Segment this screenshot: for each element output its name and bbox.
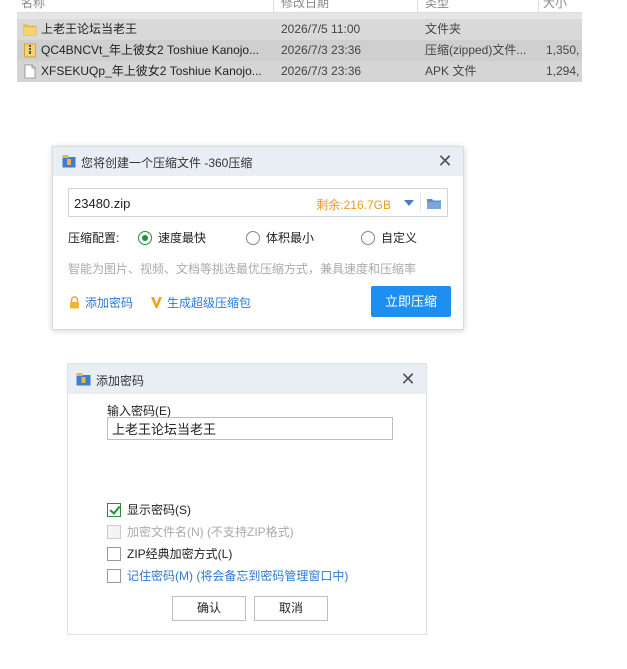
column-header-date[interactable]: 修改日期 (281, 0, 329, 11)
option-custom[interactable]: 自定义 (361, 229, 417, 246)
browse-folder-icon[interactable] (426, 195, 442, 211)
archive-filename[interactable]: 23480.zip (74, 196, 130, 211)
checkbox-label: ZIP经典加密方式(L) (127, 547, 233, 561)
archive-app-icon (76, 373, 91, 386)
window-edge (582, 0, 627, 669)
compress-now-button[interactable]: 立即压缩 (371, 286, 451, 317)
column-header-type[interactable]: 类型 (425, 0, 449, 11)
radio-indicator[interactable] (138, 230, 152, 245)
file-date: 2026/7/5 11:00 (281, 22, 361, 36)
radio-indicator[interactable] (246, 230, 260, 245)
option-fastest[interactable]: 速度最快 (138, 229, 206, 246)
compress-config-label: 压缩配置: (68, 231, 120, 245)
zip-file-icon (24, 43, 36, 58)
add-password-link[interactable]: 添加密码 (68, 294, 133, 311)
checkbox-label: 记住密码(M) (将会备忘到密码管理窗口中) (127, 569, 349, 583)
file-size: 1,350, (546, 43, 580, 57)
checkbox-box[interactable] (107, 568, 121, 583)
column-divider[interactable] (538, 0, 539, 12)
file-type: APK 文件 (425, 64, 477, 78)
file-name: XFSEKUQp_年上彼女2 Toshiue Kanojo... (41, 64, 262, 78)
column-divider[interactable] (417, 0, 418, 12)
add-password-dialog: 添加密码 ✕ 输入密码(E) 显示密码(S) 加密文件名(N) (不支持ZIP格… (67, 363, 427, 635)
divider (420, 193, 421, 212)
file-name: 上老王论坛当老王 (41, 22, 138, 36)
checkbox-label: 显示密码(S) (127, 503, 191, 517)
lock-icon (70, 296, 79, 309)
file-type: 压缩(zipped)文件... (425, 43, 527, 57)
dialog-title: 添加密码 (96, 374, 145, 388)
show-password-checkbox[interactable]: 显示密码(S) (107, 501, 191, 518)
checkbox-box[interactable] (107, 546, 121, 561)
close-icon[interactable]: ✕ (398, 369, 418, 389)
file-row[interactable]: 上老王论坛当老王 2026/7/5 11:00 文件夹 (17, 19, 582, 40)
file-name: QC4BNCVt_年上彼女2 Toshiue Kanojo... (41, 43, 260, 57)
remaining-space: 剩余:216.7GB (316, 198, 391, 212)
file-type: 文件夹 (425, 22, 462, 36)
folder-icon (23, 24, 37, 36)
archive-app-icon (62, 155, 76, 168)
option-label: 自定义 (381, 231, 418, 245)
password-input[interactable] (107, 417, 393, 440)
column-header-row: 名称 修改日期 类型 大小 (17, 0, 582, 13)
column-header-size[interactable]: 大小 (543, 0, 567, 11)
dialog-titlebar[interactable]: 添加密码 ✕ (68, 364, 426, 394)
file-size: 1,294, (546, 64, 580, 78)
dialog-title: 您将创建一个压缩文件 -360压缩 (81, 156, 253, 170)
ok-button[interactable]: 确认 (172, 596, 246, 621)
remember-password-checkbox[interactable]: 记住密码(M) (将会备忘到密码管理窗口中) (107, 567, 348, 584)
file-row[interactable]: XFSEKUQp_年上彼女2 Toshiue Kanojo... 2026/7/… (17, 61, 582, 82)
file-date: 2026/7/3 23:36 (281, 43, 362, 57)
option-label: 速度最快 (158, 231, 207, 245)
v-badge-icon (151, 297, 162, 308)
add-password-label: 添加密码 (85, 296, 134, 310)
zip-classic-encryption-checkbox[interactable]: ZIP经典加密方式(L) (107, 545, 232, 562)
checkbox-label: 加密文件名(N) (不支持ZIP格式) (127, 525, 294, 539)
dialog-titlebar[interactable]: 您将创建一个压缩文件 -360压缩 ✕ (53, 147, 463, 176)
encrypt-filenames-checkbox: 加密文件名(N) (不支持ZIP格式) (107, 523, 294, 540)
cancel-button[interactable]: 取消 (254, 596, 328, 621)
file-icon (24, 64, 36, 79)
chevron-down-icon[interactable] (403, 197, 415, 209)
file-date: 2026/7/3 23:36 (281, 64, 362, 78)
checkbox-box[interactable] (107, 502, 121, 517)
output-path-field[interactable]: 23480.zip 剩余:216.7GB (68, 188, 448, 217)
compress-hint: 智能为图片、视频、文档等挑选最优压缩方式，兼具速度和压缩率 (68, 262, 417, 276)
option-smallest[interactable]: 体积最小 (246, 229, 314, 246)
column-header-name[interactable]: 名称 (21, 0, 45, 11)
option-label: 体积最小 (266, 231, 315, 245)
compress-dialog: 您将创建一个压缩文件 -360压缩 ✕ 23480.zip 剩余:216.7GB… (52, 146, 464, 330)
super-zip-label: 生成超级压缩包 (167, 296, 252, 310)
column-divider[interactable] (273, 0, 274, 12)
file-row[interactable]: QC4BNCVt_年上彼女2 Toshiue Kanojo... 2026/7/… (17, 40, 582, 61)
super-zip-link[interactable]: 生成超级压缩包 (150, 294, 251, 311)
screen: 名称 修改日期 类型 大小 上老王论坛当老王 2026/7/5 11:00 文件… (0, 0, 627, 669)
close-icon[interactable]: ✕ (435, 151, 455, 171)
radio-indicator[interactable] (361, 230, 375, 245)
file-list: 名称 修改日期 类型 大小 上老王论坛当老王 2026/7/5 11:00 文件… (17, 0, 582, 82)
checkbox-box (107, 524, 121, 539)
